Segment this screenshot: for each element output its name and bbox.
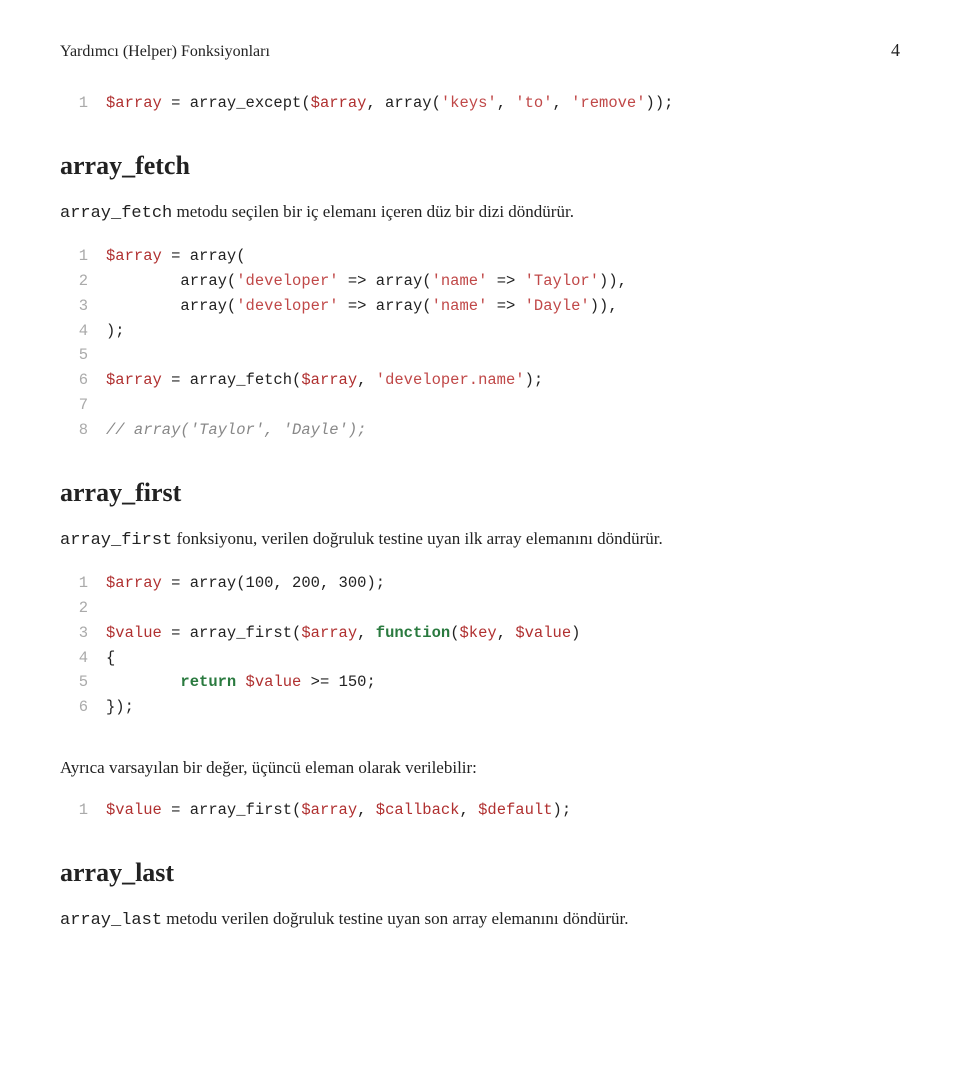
line-number: 8 — [60, 418, 106, 443]
code-line: 4{ — [60, 646, 900, 671]
code-block-first: 1$array = array(100, 200, 300);23$value … — [60, 571, 900, 720]
code-block-except: 1$array = array_except($array, array('ke… — [60, 91, 900, 116]
code-line: 2 array('developer' => array('name' => '… — [60, 269, 900, 294]
desc-fetch: array_fetch metodu seçilen bir iç eleman… — [60, 199, 900, 227]
page-header: Yardımcı (Helper) Fonksiyonları 4 — [60, 40, 900, 61]
code-line: 3$value = array_first($array, function($… — [60, 621, 900, 646]
code-content: $array = array_except($array, array('key… — [106, 91, 673, 116]
line-number: 3 — [60, 621, 106, 646]
line-number: 1 — [60, 244, 106, 269]
code-block-default: 1$value = array_first($array, $callback,… — [60, 798, 900, 823]
line-number: 1 — [60, 571, 106, 596]
code-content: $array = array_fetch($array, 'developer.… — [106, 368, 543, 393]
line-number: 4 — [60, 319, 106, 344]
desc-first: array_first fonksiyonu, verilen doğruluk… — [60, 526, 900, 554]
line-number: 6 — [60, 695, 106, 720]
code-content: return $value >= 150; — [106, 670, 376, 695]
line-number: 3 — [60, 294, 106, 319]
code-line: 5 return $value >= 150; — [60, 670, 900, 695]
code-line: 4); — [60, 319, 900, 344]
code-content: array('developer' => array('name' => 'Da… — [106, 294, 618, 319]
code-line: 1$array = array(100, 200, 300); — [60, 571, 900, 596]
header-title: Yardımcı (Helper) Fonksiyonları — [60, 43, 270, 61]
code-line: 7 — [60, 393, 900, 418]
code-content: }); — [106, 695, 134, 720]
code-line: 3 array('developer' => array('name' => '… — [60, 294, 900, 319]
code-content: $value = array_first($array, $callback, … — [106, 798, 571, 823]
code-line: 6}); — [60, 695, 900, 720]
line-number: 5 — [60, 343, 106, 368]
section-heading-fetch: array_fetch — [60, 151, 900, 181]
code-line: 6$array = array_fetch($array, 'developer… — [60, 368, 900, 393]
code-content: $value = array_first($array, function($k… — [106, 621, 580, 646]
code-content: // array('Taylor', 'Dayle'); — [106, 418, 366, 443]
code-block-fetch: 1$array = array(2 array('developer' => a… — [60, 244, 900, 442]
code-content: $array = array( — [106, 244, 246, 269]
code-line: 1$array = array( — [60, 244, 900, 269]
code-content: $array = array(100, 200, 300); — [106, 571, 385, 596]
desc-last: array_last metodu verilen doğruluk testi… — [60, 906, 900, 934]
code-line: 2 — [60, 596, 900, 621]
code-content: ); — [106, 319, 125, 344]
code-line: 1$array = array_except($array, array('ke… — [60, 91, 900, 116]
section-heading-first: array_first — [60, 478, 900, 508]
line-number: 1 — [60, 798, 106, 823]
desc-default: Ayrıca varsayılan bir değer, üçüncü elem… — [60, 755, 900, 781]
code-line: 1$value = array_first($array, $callback,… — [60, 798, 900, 823]
line-number: 6 — [60, 368, 106, 393]
line-number: 5 — [60, 670, 106, 695]
line-number: 2 — [60, 269, 106, 294]
page-number: 4 — [891, 40, 900, 61]
section-heading-last: array_last — [60, 858, 900, 888]
code-content: array('developer' => array('name' => 'Ta… — [106, 269, 627, 294]
code-line: 5 — [60, 343, 900, 368]
line-number: 7 — [60, 393, 106, 418]
code-line: 8// array('Taylor', 'Dayle'); — [60, 418, 900, 443]
line-number: 4 — [60, 646, 106, 671]
line-number: 2 — [60, 596, 106, 621]
code-content: { — [106, 646, 115, 671]
line-number: 1 — [60, 91, 106, 116]
